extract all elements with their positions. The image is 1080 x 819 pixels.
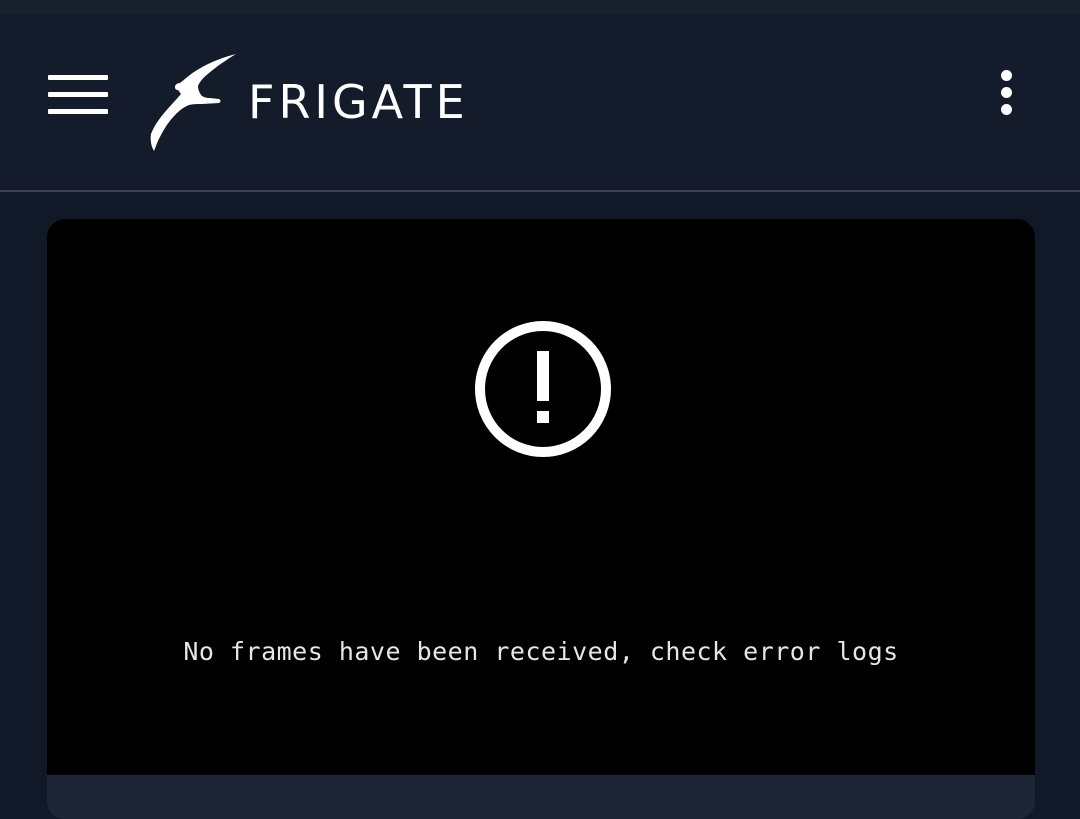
- alert-circle-icon: [475, 321, 611, 457]
- dot: [1001, 87, 1012, 98]
- frigate-bird-logo-icon: [150, 54, 236, 151]
- camera-card[interactable]: No frames have been received, check erro…: [47, 219, 1035, 819]
- app-bar: FRIGATE: [0, 14, 1080, 192]
- menu-line: [48, 75, 108, 80]
- menu-line: [48, 109, 108, 114]
- error-message: No frames have been received, check erro…: [183, 637, 899, 666]
- menu-line: [48, 92, 108, 97]
- more-vert-icon[interactable]: [990, 66, 1024, 122]
- dot: [1001, 104, 1012, 115]
- card-footer: [47, 775, 1035, 819]
- dot: [1001, 70, 1012, 81]
- camera-view: No frames have been received, check erro…: [47, 219, 1035, 775]
- hamburger-menu-icon[interactable]: [46, 74, 110, 118]
- brand-name: FRIGATE: [248, 75, 469, 129]
- status-strip: [0, 0, 1080, 14]
